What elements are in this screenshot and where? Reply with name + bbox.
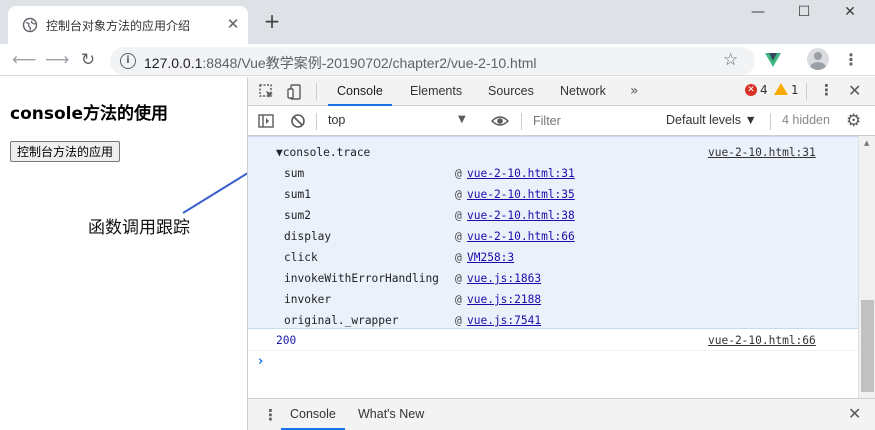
console-prompt[interactable]: › <box>258 354 263 369</box>
error-count[interactable]: 4 <box>760 83 768 97</box>
tab-elements[interactable]: Elements <box>410 77 462 106</box>
stack-frame-function: sum1 <box>284 188 311 201</box>
stack-frame-at: @ <box>455 209 462 222</box>
stack-frame-function: invokeWithErrorHandling <box>284 272 439 285</box>
browser-tab[interactable]: 控制台对象方法的应用介绍 ✕ <box>8 6 248 44</box>
filter-input[interactable] <box>529 110 653 132</box>
error-icon[interactable]: ✕ <box>745 84 757 96</box>
console-scrollbar[interactable]: ▲ ▼ <box>858 136 875 412</box>
log-source-link[interactable]: vue-2-10.html:66 <box>708 334 816 347</box>
scroll-thumb[interactable] <box>861 300 874 392</box>
maximize-icon[interactable]: ☐ <box>792 2 816 22</box>
log-levels-dropdown[interactable]: Default levels ▼ <box>666 113 757 127</box>
annotation-label: 函数调用跟踪 <box>88 218 190 238</box>
drawer-tab-whats-new[interactable]: What's New <box>358 399 424 430</box>
back-arrow-icon[interactable]: ⟵ <box>12 49 36 71</box>
stack-frame-link[interactable]: vue-2-10.html:35 <box>467 188 575 201</box>
browser-tab-strip: 控制台对象方法的应用介绍 ✕ + — ☐ ✕ <box>0 0 875 44</box>
clear-console-icon[interactable] <box>289 112 307 130</box>
stack-frame-function: sum <box>284 167 305 180</box>
stack-frame-function: invoker <box>284 293 332 306</box>
devtools-drawer: ⋮ Console What's New ✕ <box>248 398 875 430</box>
drawer-tab-console[interactable]: Console <box>281 399 345 430</box>
inspect-element-icon[interactable] <box>258 83 276 101</box>
tab-sources[interactable]: Sources <box>488 77 534 106</box>
stack-frame-at: @ <box>455 272 462 285</box>
tab-console[interactable]: Console <box>328 77 392 106</box>
console-method-button[interactable]: 控制台方法的应用 <box>10 141 121 162</box>
stack-frame-link[interactable]: vue-2-10.html:38 <box>467 209 575 222</box>
stack-frame-function: original._wrapper <box>284 314 399 327</box>
stack-frame-function: display <box>284 230 332 243</box>
toolbar-divider <box>316 83 317 100</box>
stack-frame-link[interactable]: vue.js:2188 <box>467 293 541 306</box>
toolbar-divider <box>770 113 771 130</box>
stack-frame-function: sum2 <box>284 209 311 222</box>
star-icon[interactable]: ☆ <box>723 50 738 70</box>
trace-source-link[interactable]: vue-2-10.html:31 <box>708 146 816 159</box>
stack-frame-link[interactable]: VM258:3 <box>467 251 514 264</box>
stack-frame-at: @ <box>455 314 462 327</box>
scroll-up-icon[interactable]: ▲ <box>864 139 869 147</box>
toolbar-divider <box>806 83 807 100</box>
drawer-menu-icon[interactable]: ⋮ <box>263 406 278 424</box>
sidebar-toggle-icon[interactable] <box>257 112 275 130</box>
more-tabs-icon[interactable]: » <box>630 83 639 99</box>
console-trace-group: ▼console.trace vue-2-10.html:31 sum @ vue-… <box>248 136 858 329</box>
context-selector[interactable]: top <box>328 113 345 127</box>
stack-frame-at: @ <box>455 230 462 243</box>
gear-icon[interactable]: ⚙ <box>846 111 861 131</box>
close-tab-icon[interactable]: ✕ <box>224 15 242 33</box>
console-filter-bar: top ▼ Default levels ▼ 4 hidden ⚙ <box>248 106 875 136</box>
toolbar-divider <box>316 113 317 130</box>
log-value: 200 <box>276 334 297 347</box>
close-drawer-icon[interactable]: ✕ <box>848 404 861 423</box>
address-bar[interactable]: i 127.0.0.1:8848/Vue教学案例-20190702/chapte… <box>110 47 755 75</box>
stack-frame-at: @ <box>455 293 462 306</box>
stack-frame-link[interactable]: vue-2-10.html:31 <box>467 167 575 180</box>
minimize-icon[interactable]: — <box>746 2 770 22</box>
tab-network[interactable]: Network <box>560 77 606 106</box>
forward-arrow-icon[interactable]: ⟶ <box>45 49 69 71</box>
trace-toggle[interactable]: ▼console.trace <box>276 146 370 159</box>
devtools-panel: Console Elements Sources Network » ✕ 4 1… <box>247 77 875 430</box>
hidden-count: 4 hidden <box>782 113 830 127</box>
stack-frame-at: @ <box>455 167 462 180</box>
stack-frame-link[interactable]: vue.js:1863 <box>467 272 541 285</box>
stack-frame-link[interactable]: vue.js:7541 <box>467 314 541 327</box>
stack-frame-at: @ <box>455 188 462 201</box>
reload-icon[interactable]: ↻ <box>77 49 99 71</box>
tab-title: 控制台对象方法的应用介绍 <box>46 19 191 33</box>
stack-frame-function: click <box>284 251 318 264</box>
chevron-down-icon[interactable]: ▼ <box>458 114 466 125</box>
warning-count[interactable]: 1 <box>791 83 799 97</box>
globe-icon <box>22 17 38 33</box>
log-row: 200 vue-2-10.html:66 <box>248 330 858 351</box>
device-toolbar-icon[interactable] <box>286 83 304 101</box>
browser-toolbar: ⟵ ⟶ ↻ i 127.0.0.1:8848/Vue教学案例-20190702/… <box>0 44 875 76</box>
toolbar-divider <box>521 113 522 130</box>
devtools-menu-icon[interactable]: ⋮ <box>819 81 834 99</box>
close-devtools-icon[interactable]: ✕ <box>848 81 861 100</box>
devtools-tab-bar: Console Elements Sources Network » ✕ 4 1… <box>248 77 875 106</box>
page-viewport: console方法的使用 控制台方法的应用 <box>0 77 247 430</box>
avatar-icon[interactable] <box>807 48 829 70</box>
info-icon[interactable]: i <box>120 53 136 69</box>
stack-frame-at: @ <box>455 251 462 264</box>
eye-icon[interactable] <box>491 113 509 129</box>
console-output: ▼console.trace vue-2-10.html:31 sum @ vue-… <box>248 136 858 412</box>
url-text[interactable]: 127.0.0.1:8848/Vue教学案例-20190702/chapter2… <box>144 53 537 73</box>
stack-frame-link[interactable]: vue-2-10.html:66 <box>467 230 575 243</box>
new-tab-icon[interactable]: + <box>261 10 283 32</box>
warning-icon[interactable] <box>774 83 788 95</box>
vue-devtools-icon[interactable] <box>765 53 781 67</box>
page-heading: console方法的使用 <box>10 104 169 124</box>
menu-kebab-icon[interactable]: ⋮ <box>843 49 859 71</box>
window-close-icon[interactable]: ✕ <box>838 2 862 22</box>
